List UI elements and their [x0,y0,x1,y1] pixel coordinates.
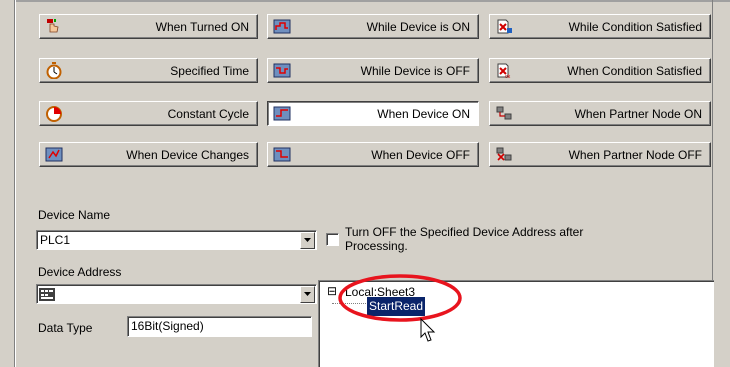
turn-off-label-line2: Processing. [345,239,408,253]
button-label: When Device OFF [371,148,470,162]
partner-node-icon [495,105,513,122]
device-name-label: Device Name [38,208,111,222]
turn-off-label-line1: Turn OFF the Specified Device Address af… [345,225,584,239]
when-device-changes-button[interactable]: When Device Changes [39,142,258,167]
device-name-combobox[interactable]: PLC1 [36,230,317,250]
device-address-dropdown-button[interactable] [300,286,315,303]
button-label: While Condition Satisfied [568,20,702,34]
button-label: When Device ON [377,107,470,121]
when-condition-satisfied-button[interactable]: ok When Condition Satisfied [489,58,711,83]
device-off-icon [273,62,291,79]
chevron-down-icon [304,292,311,296]
device-name-value: PLC1 [40,233,71,247]
device-change-icon [45,146,63,163]
cycle-clock-icon [45,105,63,122]
partner-node-off-icon [495,146,513,163]
when-device-off-button[interactable]: When Device OFF [267,142,479,167]
button-label: When Turned ON [155,20,249,34]
condition-icon [495,18,513,35]
while-device-is-off-button[interactable]: While Device is OFF [267,58,479,83]
when-partner-node-off-button[interactable]: When Partner Node OFF [489,142,711,167]
data-type-label: Data Type [38,321,93,335]
button-label: When Device Changes [126,148,249,162]
chevron-down-icon [304,238,311,242]
button-label: When Condition Satisfied [567,64,702,78]
hand-press-icon [45,18,63,35]
button-label: When Partner Node ON [574,107,702,121]
device-address-combobox[interactable] [36,284,317,304]
constant-cycle-button[interactable]: Constant Cycle [39,101,258,126]
keypad-icon[interactable] [39,288,55,304]
button-label: Constant Cycle [167,107,249,121]
button-label: While Device is ON [366,20,470,34]
while-condition-satisfied-button[interactable]: While Condition Satisfied [489,14,711,39]
device-on-icon [273,18,291,35]
when-partner-node-on-button[interactable]: When Partner Node ON [489,101,711,126]
when-turned-on-button[interactable]: When Turned ON [39,14,258,39]
stopwatch-icon [45,62,63,80]
while-device-is-on-button[interactable]: While Device is ON [267,14,479,39]
data-type-field[interactable]: 16Bit(Signed) [127,316,312,337]
mouse-cursor-icon [420,318,436,342]
svg-text:ok: ok [505,74,511,79]
button-label: Specified Time [170,64,249,78]
condition-ok-icon: ok [495,62,513,80]
device-address-label: Device Address [38,265,122,279]
device-off-edge-icon [273,146,291,163]
specified-time-button[interactable]: Specified Time [39,58,258,83]
device-name-dropdown-button[interactable] [300,232,315,249]
when-device-on-button[interactable]: When Device ON [267,101,479,126]
device-on-edge-icon [273,105,291,122]
highlight-circle [338,274,462,322]
panel-top-border [14,0,730,2]
turn-off-checkbox[interactable] [326,233,339,246]
button-label: While Device is OFF [360,64,470,78]
data-type-value: 16Bit(Signed) [131,319,204,333]
button-label: When Partner Node OFF [568,148,702,162]
panel-left-highlight [15,0,16,367]
